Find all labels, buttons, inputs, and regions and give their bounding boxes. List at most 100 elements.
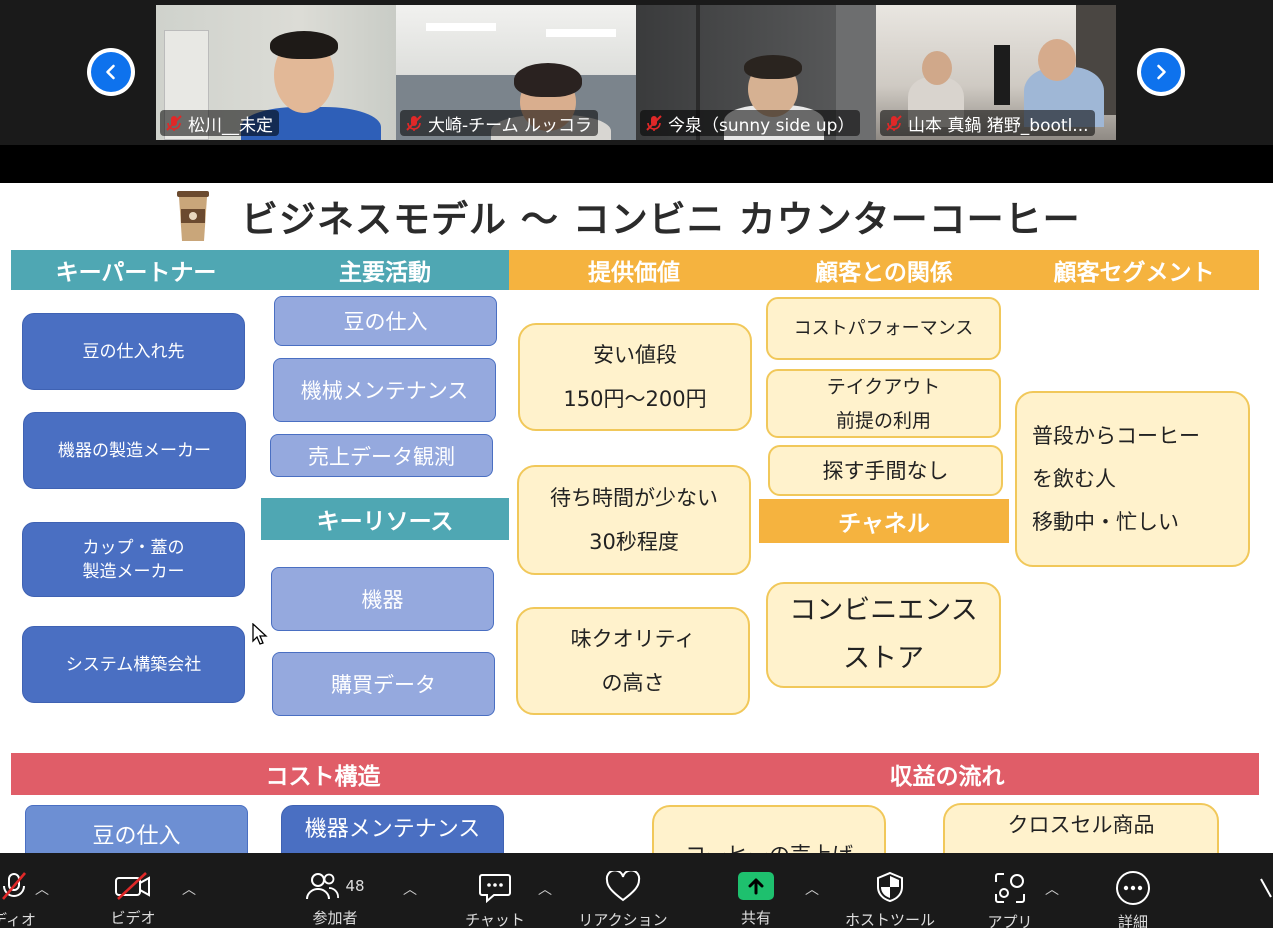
shield-icon [877,871,903,903]
apps-options-caret[interactable]: ︿ [1045,879,1059,899]
card-line: を飲む人 [1032,466,1116,491]
header-key-partners: キーパートナー [11,250,261,290]
cost-card: 豆の仕入 [25,805,248,853]
key-activity-card: 売上データ観測 [270,434,493,477]
participant-name: 今泉（sunny side up） [668,115,855,136]
header-revenue: 収益の流れ [635,753,1259,795]
apps-icon [995,873,1025,903]
value-card: 安い値段 150円〜200円 [518,323,752,431]
key-partner-card: 豆の仕入れ先 [22,313,245,390]
participants-options-caret[interactable]: ︿ [403,879,417,899]
participant-name: 大崎-チーム ルッコラ [428,115,593,136]
share-button[interactable]: 共有 [724,853,788,928]
participant-tile-4[interactable]: 山本 真鍋 猪野_bootl... [876,5,1116,140]
key-resource-card: 機器 [271,567,494,631]
muted-mic-icon [886,115,902,131]
key-partner-card: カップ・蓋の 製造メーカー [22,522,245,597]
reaction-button[interactable]: リアクション [578,853,668,928]
card-line: の高さ [601,671,665,695]
mouse-cursor-icon [252,623,268,645]
key-resource-card: 購買データ [272,652,495,716]
participant-tile-2[interactable]: 大崎-チーム ルッコラ [396,5,636,140]
channel-card: コンビニエンス ストア [766,582,1001,688]
participant-name-tag: 大崎-チーム ルッコラ [400,110,599,136]
participants-label: 参加者 [312,909,358,927]
participant-tile-1[interactable]: 松川__未定 [156,5,396,140]
header-cost: コスト構造 [11,753,635,795]
relationship-card: 探す手間なし [768,445,1003,496]
card-line: 移動中・忙しい [1032,509,1179,534]
apps-button[interactable]: アプリ [980,853,1040,928]
card-line: 普段からコーヒー [1032,423,1200,448]
chevron-left-icon [106,64,115,80]
key-activity-card: 機械メンテナンス [273,358,496,422]
coffee-cup-icon [175,189,211,243]
cost-card: 機器メンテナンス [281,805,504,853]
value-card: 待ち時間が少ない 30秒程度 [517,465,751,575]
audio-options-caret[interactable]: ︿ [35,879,49,899]
video-button[interactable]: ビデオ [100,853,166,928]
card-line: 30秒程度 [589,530,679,554]
chevron-right-icon [1157,64,1166,80]
heart-icon [605,871,641,902]
revenue-card: クロスセル商品 [943,803,1219,853]
key-partner-card: 機器の製造メーカー [23,412,246,489]
video-gallery: 松川__未定 大崎-チーム ルッコラ 今泉（sunny side up） 山本 … [0,0,1273,145]
card-line: ストア [843,643,924,674]
relationship-card: テイクアウト 前提の利用 [766,369,1001,438]
chat-options-caret[interactable]: ︿ [538,879,552,899]
muted-mic-icon [166,115,182,131]
card-line: 待ち時間が少ない [550,486,718,510]
header-segments: 顧客セグメント [1009,250,1259,290]
video-label: ビデオ [110,909,156,927]
header-relationships: 顧客との関係 [759,250,1009,290]
more-button[interactable]: 詳細 [1100,853,1166,928]
relationship-card: コストパフォーマンス [766,297,1001,360]
muted-mic-icon [646,115,662,131]
share-screen-icon [738,872,774,900]
host-tools-label: ホストツール [844,911,935,928]
participants-count: 48 [345,877,365,895]
card-line: 味クオリティ [570,627,696,651]
chat-icon [479,874,511,903]
host-tools-button[interactable]: ホストツール [840,853,940,928]
share-label: 共有 [740,909,771,927]
key-activity-card: 豆の仕入 [274,296,497,346]
card-line: テイクアウト [826,375,941,398]
chat-label: チャット [465,911,525,928]
overflow-icon [1259,878,1272,898]
participant-name-tag: 山本 真鍋 猪野_bootl... [880,110,1095,136]
participant-tile-3[interactable]: 今泉（sunny side up） [636,5,876,140]
card-line: 安い値段 [593,343,677,367]
audio-label: ディオ [0,911,36,928]
share-options-caret[interactable]: ︿ [805,879,819,899]
revenue-card: コーヒーの売上げ [652,805,886,853]
next-page-button[interactable] [1137,48,1185,96]
muted-mic-icon [406,115,422,131]
header-channels: チャネル [759,499,1009,543]
header-value: 提供価値 [509,250,759,290]
leave-button[interactable] [1258,853,1273,928]
video-off-icon [115,872,150,900]
reaction-label: リアクション [578,911,668,928]
chat-button[interactable]: チャット [462,853,528,928]
key-partner-card: システム構築会社 [22,626,245,703]
previous-page-button[interactable] [87,48,135,96]
card-line: カップ・蓋の [82,537,185,558]
slide-header: ビジネスモデル 〜 コンビニ カウンターコーヒー [175,189,1081,243]
participant-name: 山本 真鍋 猪野_bootl... [908,115,1089,136]
value-card: 味クオリティ の高さ [516,607,750,715]
card-line: 150円〜200円 [563,387,707,411]
participants-button[interactable]: 48 参加者 [290,853,380,928]
muted-mic-icon [2,872,26,900]
participant-name-tag: 今泉（sunny side up） [640,110,861,136]
shared-screen-slide: ビジネスモデル 〜 コンビニ カウンターコーヒー キーパートナー 主要活動 提供… [0,183,1273,853]
video-options-caret[interactable]: ︿ [182,879,196,899]
card-line: 前提の利用 [835,409,931,432]
more-options-icon [1116,871,1150,905]
card-line: 製造メーカー [82,561,185,582]
header-key-activities: 主要活動 [261,250,509,290]
slide-title: ビジネスモデル 〜 コンビニ カウンターコーヒー [241,198,1081,241]
participant-name-tag: 松川__未定 [160,110,279,136]
participants-icon [306,873,340,900]
